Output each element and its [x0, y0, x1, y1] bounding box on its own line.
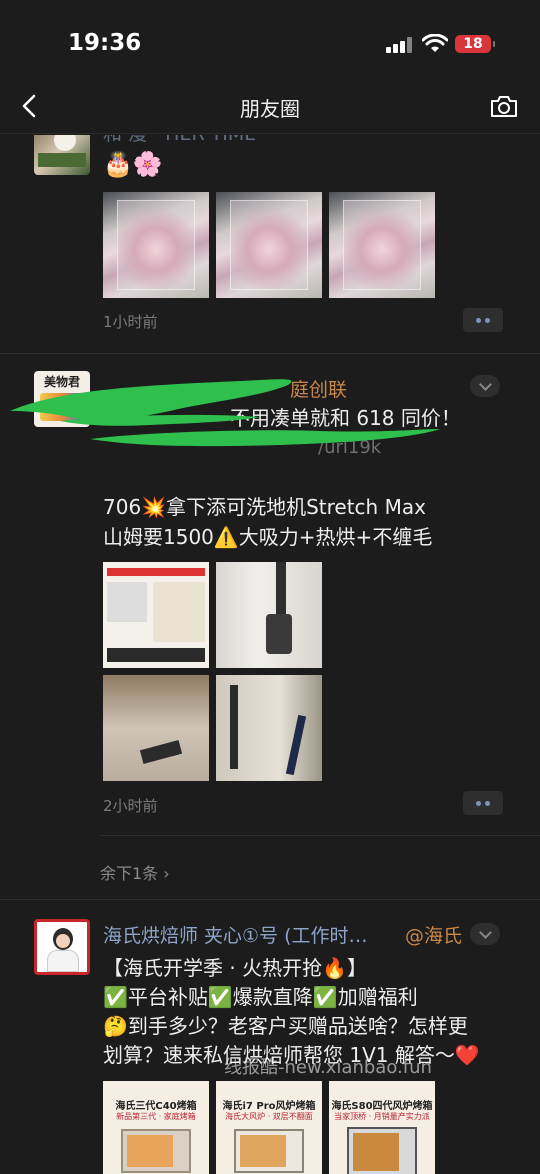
post-author[interactable]: 海氏烘焙师 夹心①号 (工作时…: [103, 921, 368, 948]
product-image[interactable]: 海氏S80四代风炉烤箱 当家顶桥 · 月销量产实力派: [329, 1081, 435, 1174]
post-image[interactable]: [216, 192, 322, 298]
post-time: 2小时前: [103, 797, 158, 815]
post-image[interactable]: [103, 562, 209, 668]
post-image[interactable]: [329, 192, 435, 298]
signal-icon: [386, 37, 414, 53]
status-bar: 19:36 18: [0, 0, 540, 80]
product-subtitle: 新品第三代 · 家庭烤箱: [116, 1112, 196, 1121]
post-divider: [0, 353, 540, 354]
redaction-scribble: [10, 379, 440, 447]
nav-bar: 朋友圈: [0, 80, 540, 134]
fold-button[interactable]: [470, 923, 500, 945]
watermark: 线报酷-new.xianbao.fun: [224, 1057, 432, 1078]
page-title: 朋友圈: [240, 97, 300, 121]
fold-button[interactable]: [470, 375, 500, 397]
wifi-icon: [422, 34, 448, 52]
avatar[interactable]: [34, 135, 90, 175]
post-image[interactable]: [103, 192, 209, 298]
product-image[interactable]: 海氏i7 Pro风炉烤箱 海氏大风炉 · 双层不翻面: [216, 1081, 322, 1174]
post-text: 706💥拿下添可洗地机Stretch Max: [103, 495, 426, 519]
post-text: 山姆要1500⚠️大吸力+热烘+不缠毛: [103, 525, 433, 549]
post-author[interactable]: 和 漫 · HER TIME: [103, 135, 256, 146]
product-title: 海氏三代C40烤箱: [115, 1101, 197, 1112]
moments-feed[interactable]: 和 漫 · HER TIME 🎂🌸 1小时前 美物君 庭创联 不用凑单就和 61…: [0, 135, 540, 1174]
post-text: 🤔到手多少？老客户买赠品送啥？怎样更: [103, 1014, 468, 1038]
mention-link[interactable]: @海氏: [405, 921, 462, 948]
post-image[interactable]: [216, 675, 322, 781]
product-title: 海氏i7 Pro风炉烤箱: [222, 1101, 316, 1112]
post-text: ✅平台补贴✅爆款直降✅加赠福利: [103, 985, 418, 1009]
post-text: 【海氏开学季 · 火热开抢🔥】: [103, 956, 367, 980]
post-image[interactable]: [103, 675, 209, 781]
more-actions-button[interactable]: [463, 791, 503, 815]
product-title: 海氏S80四代风炉烤箱: [331, 1101, 433, 1112]
post-image[interactable]: [216, 562, 322, 668]
post-text: 🎂🌸: [103, 150, 163, 178]
remaining-posts-link[interactable]: 余下1条 ›: [100, 860, 170, 884]
product-image[interactable]: 海氏三代C40烤箱 新品第三代 · 家庭烤箱: [103, 1081, 209, 1174]
post-divider: [100, 835, 540, 836]
post-divider: [0, 899, 540, 900]
status-time: 19:36: [68, 30, 142, 56]
more-actions-button[interactable]: [463, 308, 503, 332]
camera-icon[interactable]: [490, 94, 518, 118]
post-time: 1小时前: [103, 313, 158, 331]
avatar[interactable]: [34, 919, 90, 975]
battery-icon: 18: [455, 35, 495, 53]
product-subtitle: 当家顶桥 · 月销量产实力派: [334, 1112, 430, 1121]
product-subtitle: 海氏大风炉 · 双层不翻面: [225, 1112, 313, 1121]
